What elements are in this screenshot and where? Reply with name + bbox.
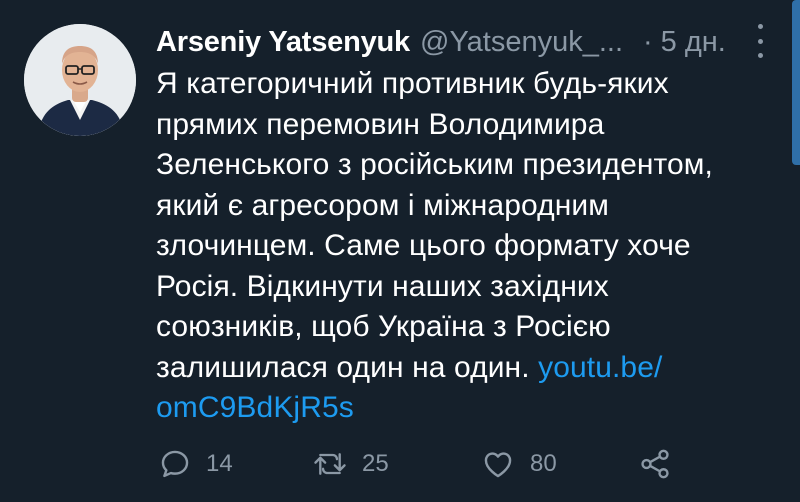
tweet-link-continued[interactable]: omC9BdKjR5s bbox=[156, 388, 746, 429]
avatar[interactable] bbox=[24, 24, 136, 136]
retweet-count: 25 bbox=[362, 450, 389, 477]
tweet-text-line: злочинцем. Саме цього формату хоче bbox=[156, 229, 691, 262]
tweet-header: Arseniy Yatsenyuk @Yatsenyuk_... · 5 дн. bbox=[156, 22, 776, 62]
retweet-icon bbox=[314, 453, 346, 475]
share-icon bbox=[641, 449, 669, 479]
tweet-text-segment: залишилася один на один. bbox=[156, 350, 539, 384]
tweet-text-line: Росія. Відкинути наших західних bbox=[156, 269, 609, 303]
separator-dot: · bbox=[643, 25, 653, 58]
heart-icon bbox=[484, 452, 512, 478]
avatar-image bbox=[24, 24, 136, 136]
tweet-link[interactable]: youtu.be/ bbox=[538, 351, 662, 384]
tweet-text-line: який є агресором і міжнародним bbox=[156, 188, 609, 222]
tweet-text-line-with-link: залишилася один на один. youtu.be/ bbox=[156, 348, 746, 389]
author-handle[interactable]: @Yatsenyuk_... bbox=[420, 26, 623, 59]
reply-icon bbox=[161, 450, 189, 478]
retweet-button[interactable]: 25 bbox=[312, 446, 389, 482]
reply-button[interactable]: 14 bbox=[158, 446, 233, 482]
tweet-time[interactable]: 5 дн. bbox=[661, 26, 726, 59]
author-name[interactable]: Arseniy Yatsenyuk bbox=[156, 26, 410, 59]
tweet-text-line: прямих перемовин Володимира bbox=[156, 107, 605, 141]
scrollbar[interactable] bbox=[792, 0, 800, 165]
reply-count: 14 bbox=[206, 450, 233, 477]
tweet-text-line: Зеленського з російським президентом, bbox=[156, 148, 713, 181]
tweet-text-line: союзників, щоб Україна з Росією bbox=[156, 310, 611, 343]
tweet-text: Я категоричний противник будь-яких прями… bbox=[156, 64, 746, 429]
more-vertical-icon[interactable] bbox=[752, 24, 768, 58]
like-count: 80 bbox=[530, 450, 557, 477]
tweet-actions: 14 25 80 bbox=[158, 446, 698, 482]
tweet-text-line: Я категоричний противник будь-яких bbox=[156, 67, 669, 100]
like-button[interactable]: 80 bbox=[480, 446, 557, 482]
tweet-card[interactable]: Arseniy Yatsenyuk @Yatsenyuk_... · 5 дн.… bbox=[0, 0, 800, 502]
share-button[interactable] bbox=[638, 446, 672, 482]
